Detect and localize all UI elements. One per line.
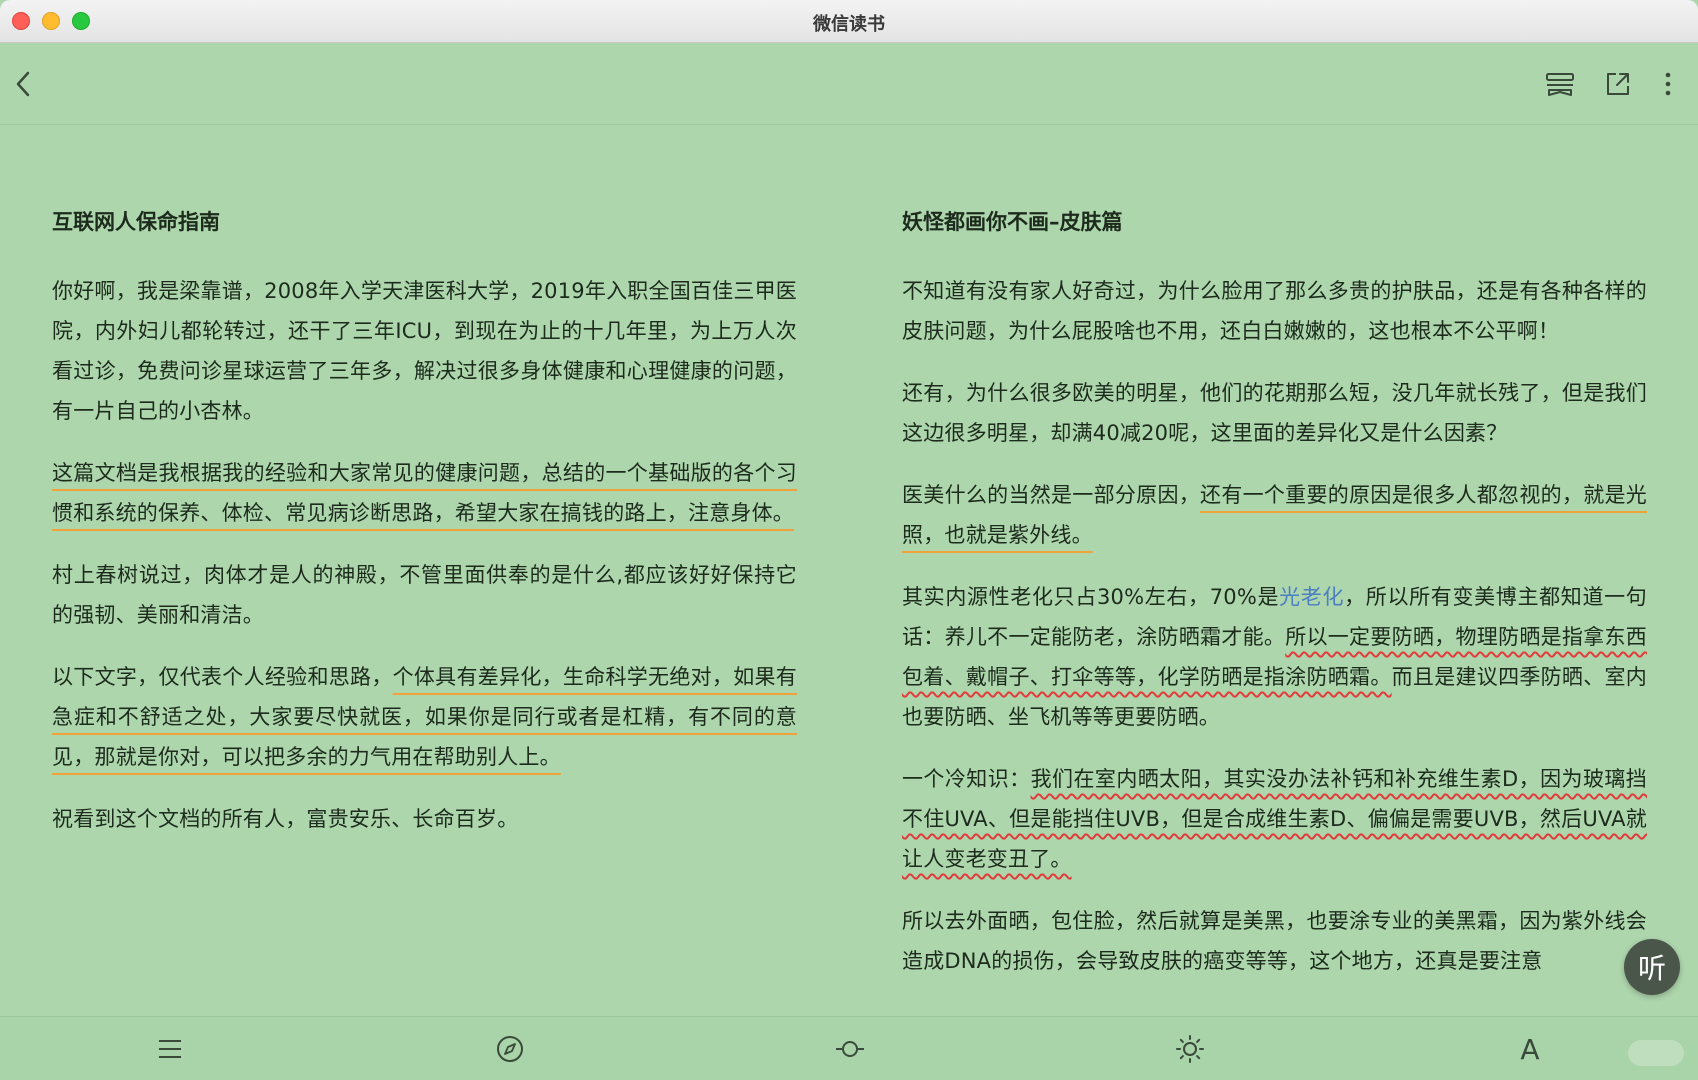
window-title: 微信读书 <box>813 14 885 35</box>
title-bar: 微信读书 <box>0 0 1698 43</box>
font-settings-button[interactable]: A <box>1505 1017 1555 1080</box>
term-link[interactable]: 光老化 <box>1279 585 1344 609</box>
discover-button[interactable] <box>485 1017 535 1080</box>
compass-icon <box>497 1036 523 1062</box>
paragraph: 一个冷知识：我们在室内晒太阳，其实没办法补钙和补充维生素D，因为玻璃挡不住UVA… <box>902 759 1647 879</box>
text-segment: 以下文字，仅代表个人经验和思路， <box>52 665 393 689</box>
bookmark-button[interactable] <box>1542 43 1578 125</box>
chapter-title: 妖怪都画你不画–皮肤篇 <box>902 210 1123 234</box>
listen-icon: 听 <box>1637 952 1666 985</box>
chapter-title: 互联网人保命指南 <box>52 210 220 234</box>
brightness-button[interactable] <box>1165 1017 1215 1080</box>
reader-toolbar <box>0 43 1698 125</box>
paragraph: 你好啊，我是梁靠谱，2008年入学天津医科大学，2019年入职全国百佳三甲医院，… <box>52 279 797 423</box>
share-button[interactable] <box>1600 43 1636 125</box>
text-segment: 其实内源性老化只占30%左右，70%是 <box>902 585 1280 609</box>
paragraph: 以下文字，仅代表个人经验和思路，个体具有差异化，生命科学无绝对，如果有急症和不舒… <box>52 657 797 777</box>
paragraph: 还有，为什么很多欧美的明星，他们的花期那么短，没几年就长残了，但是我们这边很多明… <box>902 381 1647 445</box>
more-vertical-icon <box>1665 72 1671 96</box>
menu-icon <box>159 1040 181 1058</box>
share-icon <box>1607 73 1629 95</box>
brightness-icon <box>1176 1035 1204 1063</box>
left-page: 互联网人保命指南 你好啊，我是梁靠谱，2008年入学天津医科大学，2019年入职… <box>52 200 797 861</box>
more-button[interactable] <box>1656 43 1680 125</box>
paragraph: 不知道有没有家人好奇过，为什么脸用了那么多贵的护肤品，还是有各种各样的皮肤问题，… <box>902 279 1647 343</box>
paragraph: 这篇文档是我根据我的经验和大家常见的健康问题，总结的一个基础版的各个习惯和系统的… <box>52 453 797 533</box>
watermark <box>1628 1040 1684 1066</box>
paragraph: 所以去外面晒，包住脸，然后就算是美黑，也要涂专业的美黑霜，因为紫外线会造成DNA… <box>902 909 1647 973</box>
text-segment: 医美什么的当然是一部分原因， <box>902 483 1201 507</box>
listen-button[interactable]: 听 <box>1624 939 1680 995</box>
progress-icon <box>836 1041 864 1057</box>
toc-button[interactable] <box>145 1017 195 1080</box>
font-icon: A <box>1520 1032 1540 1066</box>
bottom-toolbar: A <box>0 1016 1698 1080</box>
chevron-left-icon <box>16 71 30 97</box>
progress-button[interactable] <box>825 1017 875 1080</box>
paragraph: 其实内源性老化只占30%左右，70%是光老化，所以所有变美博主都知道一句话：养儿… <box>902 577 1647 737</box>
back-button[interactable] <box>8 43 38 125</box>
bookmark-icon <box>1546 73 1574 96</box>
paragraph: 村上春树说过，肉体才是人的神殿，不管里面供奉的是什么,都应该好好保持它的强韧、美… <box>52 563 797 627</box>
paragraph: 祝看到这个文档的所有人，富贵安乐、长命百岁。 <box>52 807 519 831</box>
paragraph: 医美什么的当然是一部分原因，还有一个重要的原因是很多人都忽视的，就是光照，也就是… <box>902 475 1647 555</box>
highlight-underline[interactable]: 这篇文档是我根据我的经验和大家常见的健康问题，总结的一个基础版的各个习惯和系统的… <box>52 461 797 525</box>
text-segment: 一个冷知识： <box>902 767 1031 791</box>
right-page: 妖怪都画你不画–皮肤篇 不知道有没有家人好奇过，为什么脸用了那么多贵的护肤品，还… <box>902 200 1647 1003</box>
